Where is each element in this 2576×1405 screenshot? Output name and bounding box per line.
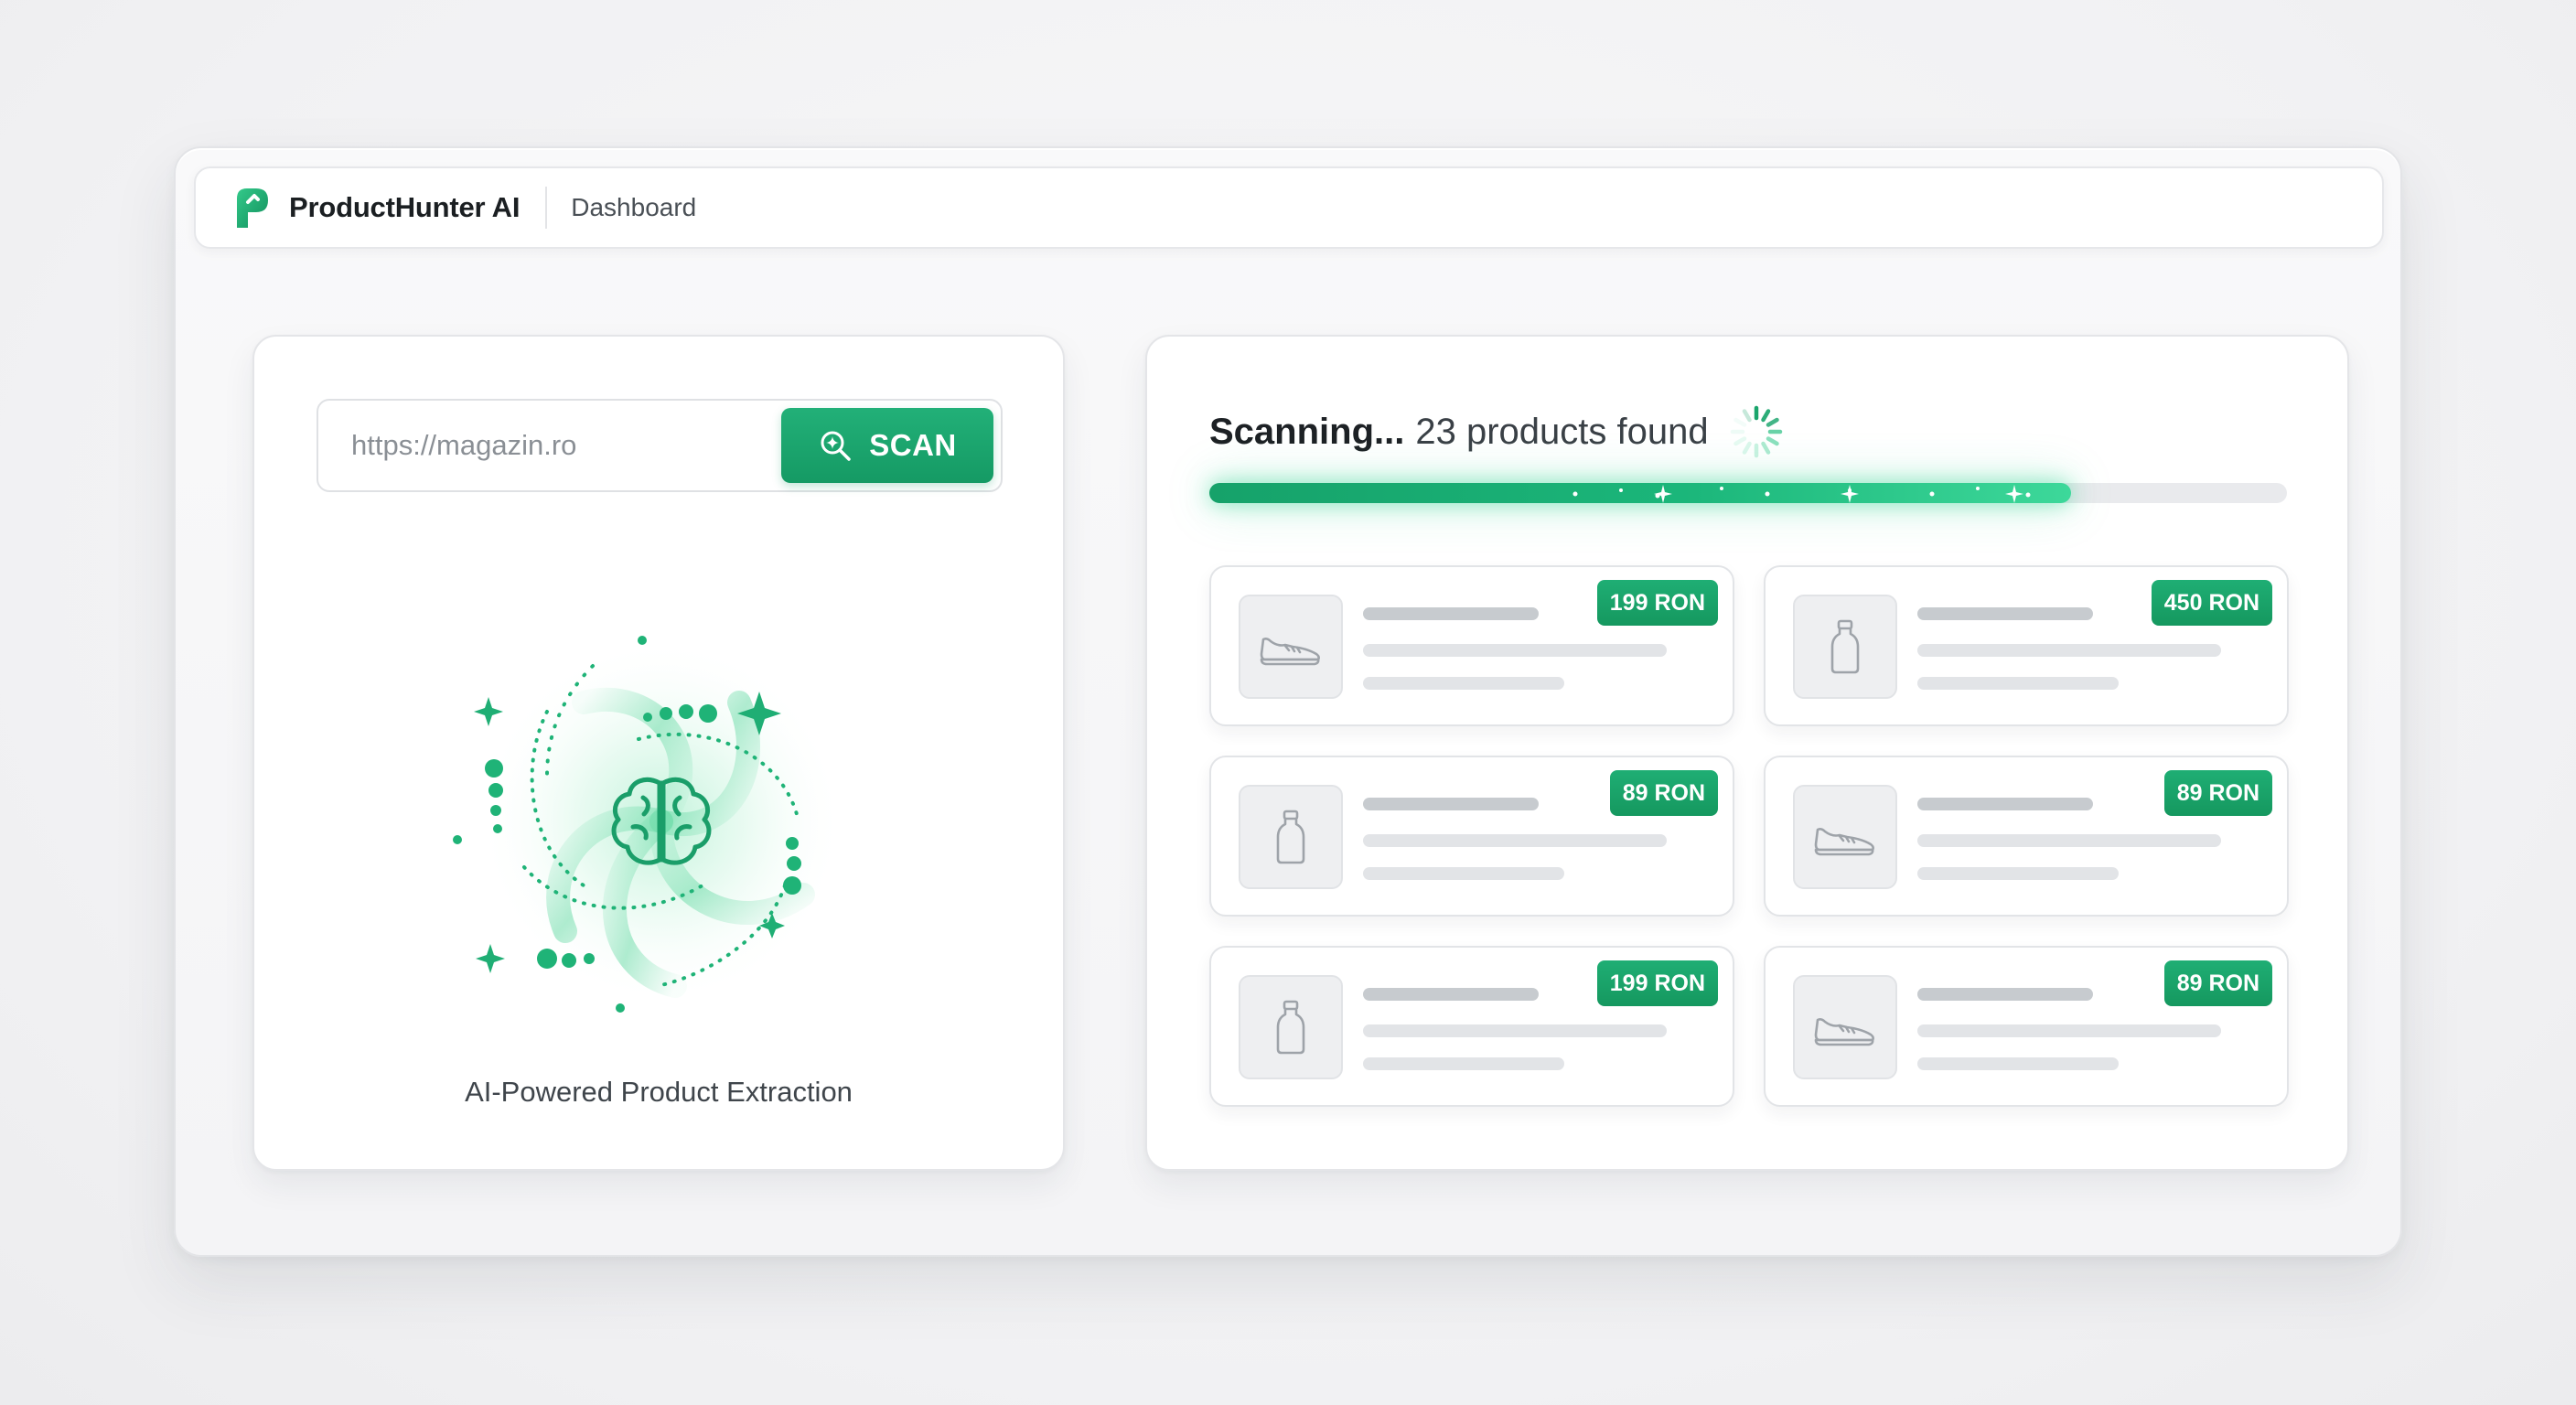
sneaker-icon bbox=[1793, 785, 1897, 889]
skeleton-line bbox=[1917, 798, 2093, 810]
search-sparkle-icon bbox=[818, 428, 853, 463]
loading-spinner-icon bbox=[1730, 405, 1782, 458]
product-card[interactable]: 89 RON bbox=[1764, 756, 2289, 917]
scan-results-panel: Scanning... 23 products found 199 RON 45… bbox=[1145, 335, 2349, 1171]
skeleton-line bbox=[1917, 1057, 2119, 1070]
skeleton-line bbox=[1363, 677, 1564, 690]
skeleton-line bbox=[1363, 644, 1667, 657]
scan-progress-bar bbox=[1209, 483, 2287, 503]
price-badge: 199 RON bbox=[1596, 580, 1718, 626]
top-bar: ProductHunter AI Dashboard bbox=[194, 166, 2384, 249]
products-found-count: 23 products found bbox=[1415, 411, 1709, 452]
skeleton-line bbox=[1917, 1024, 2221, 1037]
url-search-box: SCAN bbox=[317, 399, 1003, 492]
price-badge: 199 RON bbox=[1596, 960, 1718, 1006]
scan-input-panel: SCAN bbox=[252, 335, 1065, 1171]
skeleton-line bbox=[1917, 988, 2093, 1001]
skeleton-line bbox=[1363, 1057, 1564, 1070]
price-badge: 89 RON bbox=[1609, 770, 1718, 816]
skeleton-line bbox=[1917, 867, 2119, 880]
product-card[interactable]: 89 RON bbox=[1209, 756, 1734, 917]
scan-button-label: SCAN bbox=[869, 428, 957, 462]
skeleton-line bbox=[1917, 644, 2221, 657]
product-card[interactable]: 199 RON bbox=[1209, 946, 1734, 1107]
price-badge: 450 RON bbox=[2151, 580, 2272, 626]
sneaker-icon bbox=[1239, 595, 1343, 699]
app-name: ProductHunter AI bbox=[289, 191, 521, 223]
skeleton-line bbox=[1363, 798, 1539, 810]
scan-progress-fill bbox=[1209, 483, 2071, 503]
product-card[interactable]: 450 RON bbox=[1764, 565, 2289, 726]
skeleton-line bbox=[1917, 677, 2119, 690]
price-badge: 89 RON bbox=[2163, 960, 2272, 1006]
scan-status-header: Scanning... 23 products found bbox=[1209, 402, 1786, 461]
scan-state-label: Scanning... bbox=[1209, 411, 1405, 452]
skeleton-line bbox=[1363, 607, 1539, 620]
skeleton-line bbox=[1917, 834, 2221, 847]
breadcrumb-dashboard[interactable]: Dashboard bbox=[571, 193, 696, 222]
app-window: ProductHunter AI Dashboard SCAN bbox=[174, 146, 2402, 1257]
scan-button[interactable]: SCAN bbox=[781, 408, 993, 483]
price-badge: 89 RON bbox=[2163, 770, 2272, 816]
url-input[interactable] bbox=[320, 402, 778, 488]
skeleton-line bbox=[1917, 607, 2093, 620]
producthunter-logo-icon[interactable] bbox=[234, 186, 271, 230]
bottle-icon bbox=[1793, 595, 1897, 699]
ai-swirl-visual bbox=[453, 636, 844, 1013]
skeleton-line bbox=[1363, 1024, 1667, 1037]
skeleton-line bbox=[1363, 867, 1564, 880]
sneaker-icon bbox=[1793, 975, 1897, 1079]
ai-caption: AI-Powered Product Extraction bbox=[465, 1076, 853, 1108]
bottle-icon bbox=[1239, 785, 1343, 889]
skeleton-line bbox=[1363, 834, 1667, 847]
products-grid: 199 RON 450 RON 89 RON 89 RON 199 RON 89 RON bbox=[1209, 565, 2289, 1107]
bottle-icon bbox=[1239, 975, 1343, 1079]
topbar-divider bbox=[545, 187, 548, 229]
product-card[interactable]: 89 RON bbox=[1764, 946, 2289, 1107]
skeleton-line bbox=[1363, 988, 1539, 1001]
product-card[interactable]: 199 RON bbox=[1209, 565, 1734, 726]
